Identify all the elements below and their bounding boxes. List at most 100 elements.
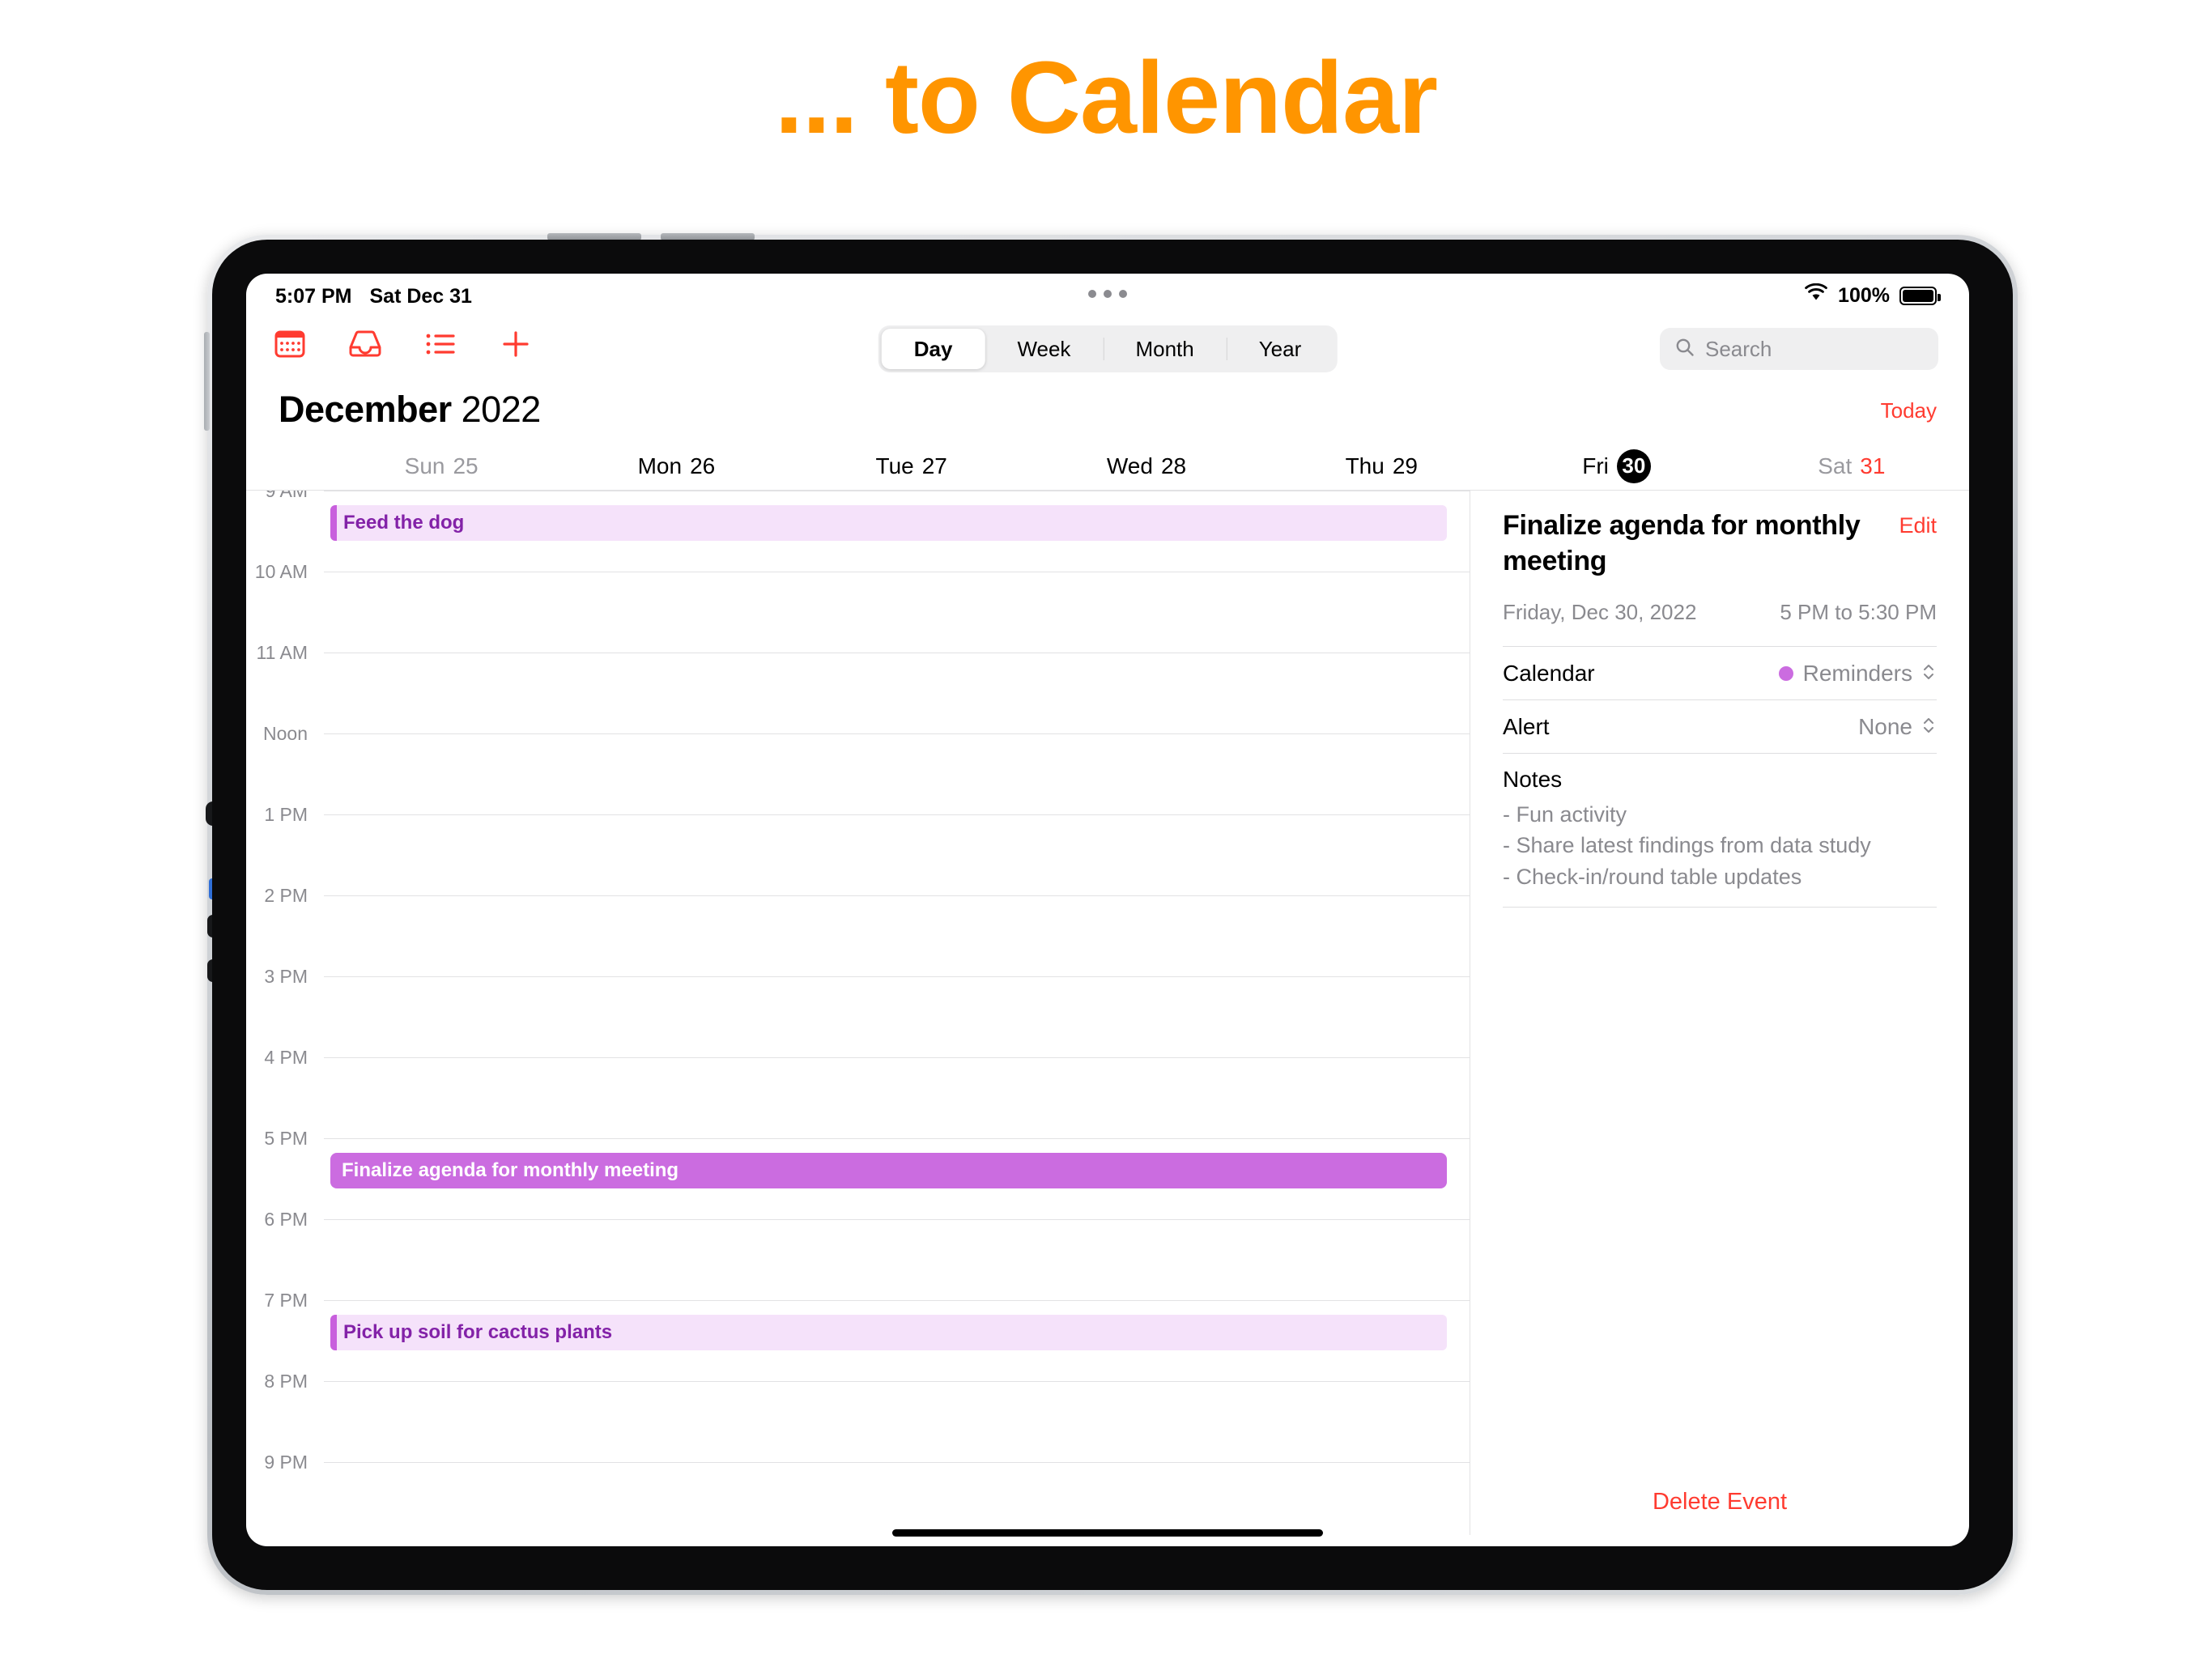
notes-line: - Check-in/round table updates [1503,864,1802,889]
notes-line: - Fun activity [1503,802,1627,827]
calendar-body: 9 AM 10 AM 11 AM Noon 1 PM 2 PM 3 PM 4 P… [246,491,1969,1535]
time-gutter-spacer [246,442,324,490]
calendar-row[interactable]: Calendar Reminders [1503,646,1937,699]
hour-label: 7 PM [264,1290,308,1311]
tab-week[interactable]: Week [985,329,1103,369]
calendar-row-value[interactable]: Reminders [1778,660,1937,687]
hour-row[interactable]: Noon [246,723,1470,814]
ipad-device: 5:07 PM Sat Dec 31 100% Day Week Month Y… [204,233,2018,1595]
event-detail-date: Friday, Dec 30, 2022 [1503,600,1697,625]
day-column-fri[interactable]: Fri 30 [1499,442,1733,490]
hour-row[interactable]: 9 PM [246,1452,1470,1535]
hour-row[interactable]: 2 PM [246,885,1470,976]
search-input[interactable]: Search [1660,328,1938,370]
event-detail-when: Friday, Dec 30, 2022 5 PM to 5:30 PM [1503,600,1937,646]
calendar-icon[interactable] [272,326,308,366]
alert-row-value[interactable]: None [1858,714,1937,740]
hour-label: 6 PM [264,1209,308,1230]
hour-label: 1 PM [264,804,308,825]
edit-button[interactable]: Edit [1899,513,1937,538]
calendar-name: Reminders [1802,660,1912,686]
day-name: Fri [1582,453,1609,478]
day-column-thu[interactable]: Thu 29 [1264,442,1499,490]
hour-label: 9 PM [264,1452,308,1473]
status-bar: 5:07 PM Sat Dec 31 100% [246,274,1969,321]
device-power-button [204,332,210,431]
day-name: Thu [1345,453,1385,478]
hour-label: 8 PM [264,1371,308,1392]
alert-row[interactable]: Alert None [1503,699,1937,753]
status-date: Sat Dec 31 [369,285,472,308]
hour-label: 9 AM [265,491,308,501]
hour-line [324,895,1470,896]
day-column-tue[interactable]: Tue 27 [794,442,1029,490]
event-detail-title: Finalize agenda for monthly meeting [1503,510,1861,576]
battery-icon [1899,287,1941,305]
event-detail-header: Finalize agenda for monthly meeting Edit [1503,491,1937,579]
hour-line [324,814,1470,815]
tab-day[interactable]: Day [881,329,985,369]
hour-label: 3 PM [264,966,308,987]
delete-event-button[interactable]: Delete Event [1470,1489,1969,1516]
hour-row[interactable]: 6 PM [246,1209,1470,1300]
ipad-screen: 5:07 PM Sat Dec 31 100% Day Week Month Y… [246,274,1969,1546]
event-block-finalize-agenda[interactable]: Finalize agenda for monthly meeting [330,1153,1447,1188]
multitask-dot [1119,290,1127,298]
day-column-sun[interactable]: Sun 25 [324,442,559,490]
hour-line [324,1300,1470,1301]
multitask-handle[interactable] [1088,290,1127,298]
hour-row[interactable]: 3 PM [246,966,1470,1057]
alert-value: None [1858,713,1912,739]
alert-row-label: Alert [1503,713,1550,739]
calendar-color-dot [1778,665,1793,681]
hour-row[interactable]: 1 PM [246,804,1470,895]
status-time: 5:07 PM [275,285,352,308]
day-number-today: 31 [1860,453,1886,478]
event-block-pick-up-soil[interactable]: Pick up soil for cactus plants [330,1315,1447,1350]
day-name: Mon [637,453,683,478]
year-label: 2022 [461,389,542,430]
hour-line [324,733,1470,734]
event-block-feed-the-dog[interactable]: Feed the dog [330,505,1447,541]
home-indicator[interactable] [892,1529,1323,1537]
hour-row[interactable]: 11 AM [246,642,1470,733]
hour-line [324,976,1470,977]
inbox-icon[interactable] [347,326,384,366]
status-bar-left: 5:07 PM Sat Dec 31 [275,285,472,308]
calendar-row-label: Calendar [1503,660,1595,686]
view-mode-segmented-control[interactable]: Day Week Month Year [878,325,1338,372]
wifi-icon [1804,283,1828,308]
battery-percent: 100% [1838,284,1890,307]
month-label: December [279,389,452,430]
day-column-sat[interactable]: Sat 31 [1734,442,1969,490]
day-name: Wed [1106,453,1153,478]
hour-row[interactable]: 8 PM [246,1371,1470,1462]
tab-year[interactable]: Year [1226,329,1334,369]
tab-month[interactable]: Month [1103,329,1226,369]
notes-label: Notes [1503,767,1563,793]
day-number-selected: 30 [1616,449,1651,483]
day-grid[interactable]: 9 AM 10 AM 11 AM Noon 1 PM 2 PM 3 PM 4 P… [246,491,1470,1535]
plus-icon[interactable] [497,325,534,367]
hour-label: 2 PM [264,885,308,906]
month-year-title: December 2022 [279,389,541,431]
day-number: 27 [921,453,947,478]
hour-line [324,1138,1470,1139]
calendar-header: December 2022 Today [246,384,1969,442]
page-title: ... to Calendar [774,40,1438,155]
hour-row[interactable]: 4 PM [246,1047,1470,1138]
day-number: 26 [690,453,716,478]
hour-label: 4 PM [264,1047,308,1068]
event-detail-time: 5 PM to 5:30 PM [1780,600,1937,625]
multitask-dot [1104,290,1112,298]
hour-row[interactable]: 10 AM [246,561,1470,653]
day-column-mon[interactable]: Mon 26 [559,442,793,490]
toolbar-icon-group [272,325,534,367]
hour-line [324,1057,1470,1058]
day-column-wed[interactable]: Wed 28 [1029,442,1264,490]
notes-section[interactable]: Notes - Fun activity - Share latest find… [1503,753,1937,908]
today-button[interactable]: Today [1881,398,1937,423]
list-icon[interactable] [423,326,458,366]
search-icon [1674,337,1695,362]
multitask-dot [1088,290,1096,298]
